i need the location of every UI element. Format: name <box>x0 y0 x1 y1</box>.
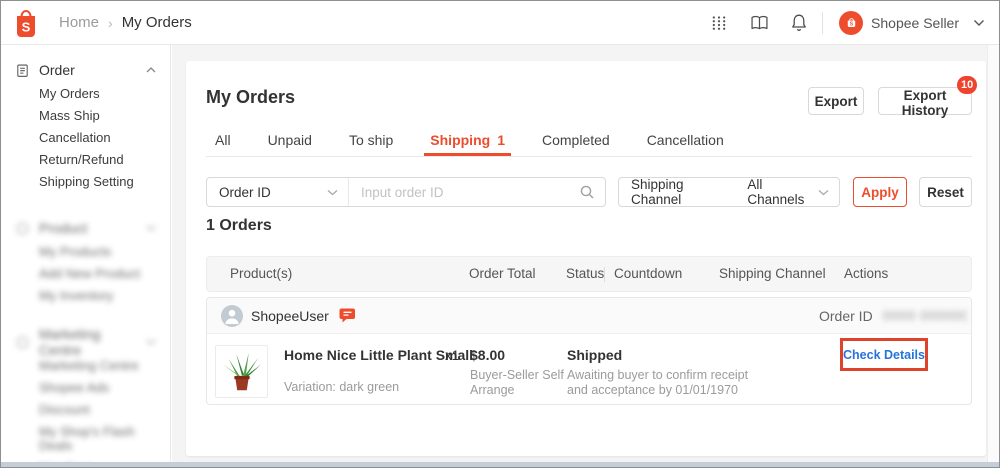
order-status-tabs: All Unpaid To ship Shipping 1 Completed C… <box>206 124 972 157</box>
my-orders-panel: My Orders Export Export History 10 All U… <box>186 61 986 456</box>
column-products: Product(s) <box>230 266 293 281</box>
tab-all[interactable]: All <box>215 124 231 156</box>
sidebar-item-blurred[interactable]: Marketing Centre <box>1 355 170 377</box>
tab-cancellation[interactable]: Cancellation <box>647 124 724 156</box>
shipping-channel-label: Shipping Channel <box>631 177 684 207</box>
chat-icon[interactable] <box>338 307 357 324</box>
order-row: ShopeeUser Order ID 0000 00000000 <box>206 297 972 405</box>
sidebar-item-blurred[interactable]: Shopee Ads <box>1 377 170 399</box>
marketing-icon <box>15 335 31 350</box>
product-variation: Variation: dark green <box>284 380 400 394</box>
order-id-select-value: Order ID <box>219 184 271 200</box>
sidebar-section-marketing-blurred: Marketing Centre Marketing Centre Shopee… <box>1 326 170 462</box>
sidebar-section-marketing-header[interactable]: Marketing Centre <box>1 326 170 358</box>
buyer-avatar-icon[interactable] <box>221 305 243 327</box>
orders-count: 1 Orders <box>206 217 272 234</box>
column-actions: Actions <box>844 266 889 281</box>
check-details-link[interactable]: Check Details <box>843 348 925 362</box>
export-button[interactable]: Export <box>808 87 864 115</box>
sidebar-item-blurred[interactable]: My Shop's Flash Deals <box>1 421 170 457</box>
column-countdown: Countdown <box>614 266 683 281</box>
order-id-select[interactable]: Order ID <box>207 178 349 206</box>
chevron-up-icon <box>146 67 156 73</box>
sidebar-item-blurred[interactable]: Discount <box>1 399 170 421</box>
search-icon[interactable] <box>579 184 595 200</box>
order-clipboard-icon <box>15 63 31 78</box>
topbar: S Home › My Orders S Shopee Seller <box>1 1 999 45</box>
tab-shipping[interactable]: Shipping 1 <box>424 124 511 156</box>
orders-table-header: Product(s) Order Total Status Countdown … <box>206 256 972 292</box>
breadcrumb-separator-icon: › <box>108 14 113 31</box>
seller-avatar[interactable]: S <box>839 10 864 35</box>
sidebar-item-blurred[interactable]: My Inventory <box>1 285 170 307</box>
product-quantity: x1 <box>445 348 460 363</box>
apps-grid-icon[interactable] <box>706 10 732 36</box>
chevron-down-icon <box>146 225 156 231</box>
shopee-seller-center: S Home › My Orders S Shopee Seller Order… <box>0 0 1000 468</box>
sidebar-item-return-refund[interactable]: Return/Refund <box>1 149 170 171</box>
topbar-actions: S Shopee Seller <box>706 10 999 36</box>
content-area: My Orders Export Export History 10 All U… <box>172 45 999 462</box>
shipping-channel-value: All Channels <box>747 177 805 207</box>
export-history-button[interactable]: Export History <box>878 87 972 118</box>
order-id-label: Order ID <box>819 308 873 324</box>
breadcrumb: Home › My Orders <box>59 14 192 31</box>
sidebar-section-order-label: Order <box>39 62 75 78</box>
account-name[interactable]: Shopee Seller <box>871 15 959 31</box>
sidebar-section-order: Order My Orders Mass Ship Cancellation R… <box>1 57 170 193</box>
sidebar-item-my-orders[interactable]: My Orders <box>1 83 170 105</box>
export-history-badge: 10 <box>957 76 978 94</box>
notification-bell-icon[interactable] <box>786 10 812 36</box>
order-total: $8.00 <box>470 347 506 363</box>
page-title: My Orders <box>206 87 296 107</box>
shopee-logo-icon[interactable]: S <box>11 7 41 39</box>
scrollbar-track[interactable] <box>987 45 999 462</box>
product-image[interactable] <box>215 345 268 398</box>
reset-button[interactable]: Reset <box>919 177 972 207</box>
order-id-value-redacted: 0000 00000000 <box>883 308 967 323</box>
order-status-note: Awaiting buyer to confirm receipt and ac… <box>567 368 749 397</box>
guide-book-icon[interactable] <box>746 10 772 36</box>
breadcrumb-home[interactable]: Home <box>59 14 99 31</box>
account-chevron-down-icon[interactable] <box>973 19 985 27</box>
column-shipping-channel: Shipping Channel <box>719 266 826 281</box>
column-status: Status <box>566 266 605 281</box>
chevron-down-icon <box>327 189 338 195</box>
order-status: Shipped <box>567 347 623 363</box>
sidebar-section-product-header[interactable]: Product <box>1 215 170 241</box>
chevron-down-icon <box>146 339 156 345</box>
sidebar-item-blurred[interactable]: Add New Product <box>1 263 170 285</box>
sidebar: Order My Orders Mass Ship Cancellation R… <box>1 45 171 462</box>
buyer-name[interactable]: ShopeeUser <box>251 308 329 324</box>
svg-text:S: S <box>22 19 31 34</box>
shipping-method: Buyer-Seller Self Arrange <box>470 368 564 397</box>
product-icon <box>15 221 31 236</box>
window-bottom-edge <box>1 462 999 467</box>
check-details-highlight-box: Check Details <box>840 338 928 371</box>
svg-text:S: S <box>849 22 853 28</box>
tab-unpaid[interactable]: Unpaid <box>268 124 312 156</box>
sidebar-item-shipping-setting[interactable]: Shipping Setting <box>1 171 170 193</box>
topbar-divider <box>822 11 824 34</box>
tab-completed[interactable]: Completed <box>542 124 610 156</box>
chevron-down-icon <box>818 189 829 196</box>
tab-shipping-count: 1 <box>497 132 505 148</box>
breadcrumb-current: My Orders <box>121 14 192 31</box>
sidebar-section-product-label: Product <box>39 220 88 236</box>
sidebar-section-marketing-label: Marketing Centre <box>38 326 101 358</box>
column-order-total: Order Total <box>469 266 536 281</box>
column-divider <box>604 267 605 282</box>
sidebar-section-product-blurred: Product My Products Add New Product My I… <box>1 215 170 307</box>
tab-to-ship[interactable]: To ship <box>349 124 393 156</box>
tab-shipping-label: Shipping <box>430 132 491 148</box>
sidebar-item-blurred[interactable]: My Products <box>1 241 170 263</box>
apply-button[interactable]: Apply <box>853 177 907 207</box>
order-id-input[interactable] <box>349 184 579 200</box>
sidebar-item-cancellation[interactable]: Cancellation <box>1 127 170 149</box>
shipping-channel-select[interactable]: Shipping Channel All Channels <box>618 177 840 207</box>
sidebar-item-mass-ship[interactable]: Mass Ship <box>1 105 170 127</box>
order-search-control: Order ID <box>206 177 606 207</box>
sidebar-section-order-header[interactable]: Order <box>1 57 170 83</box>
